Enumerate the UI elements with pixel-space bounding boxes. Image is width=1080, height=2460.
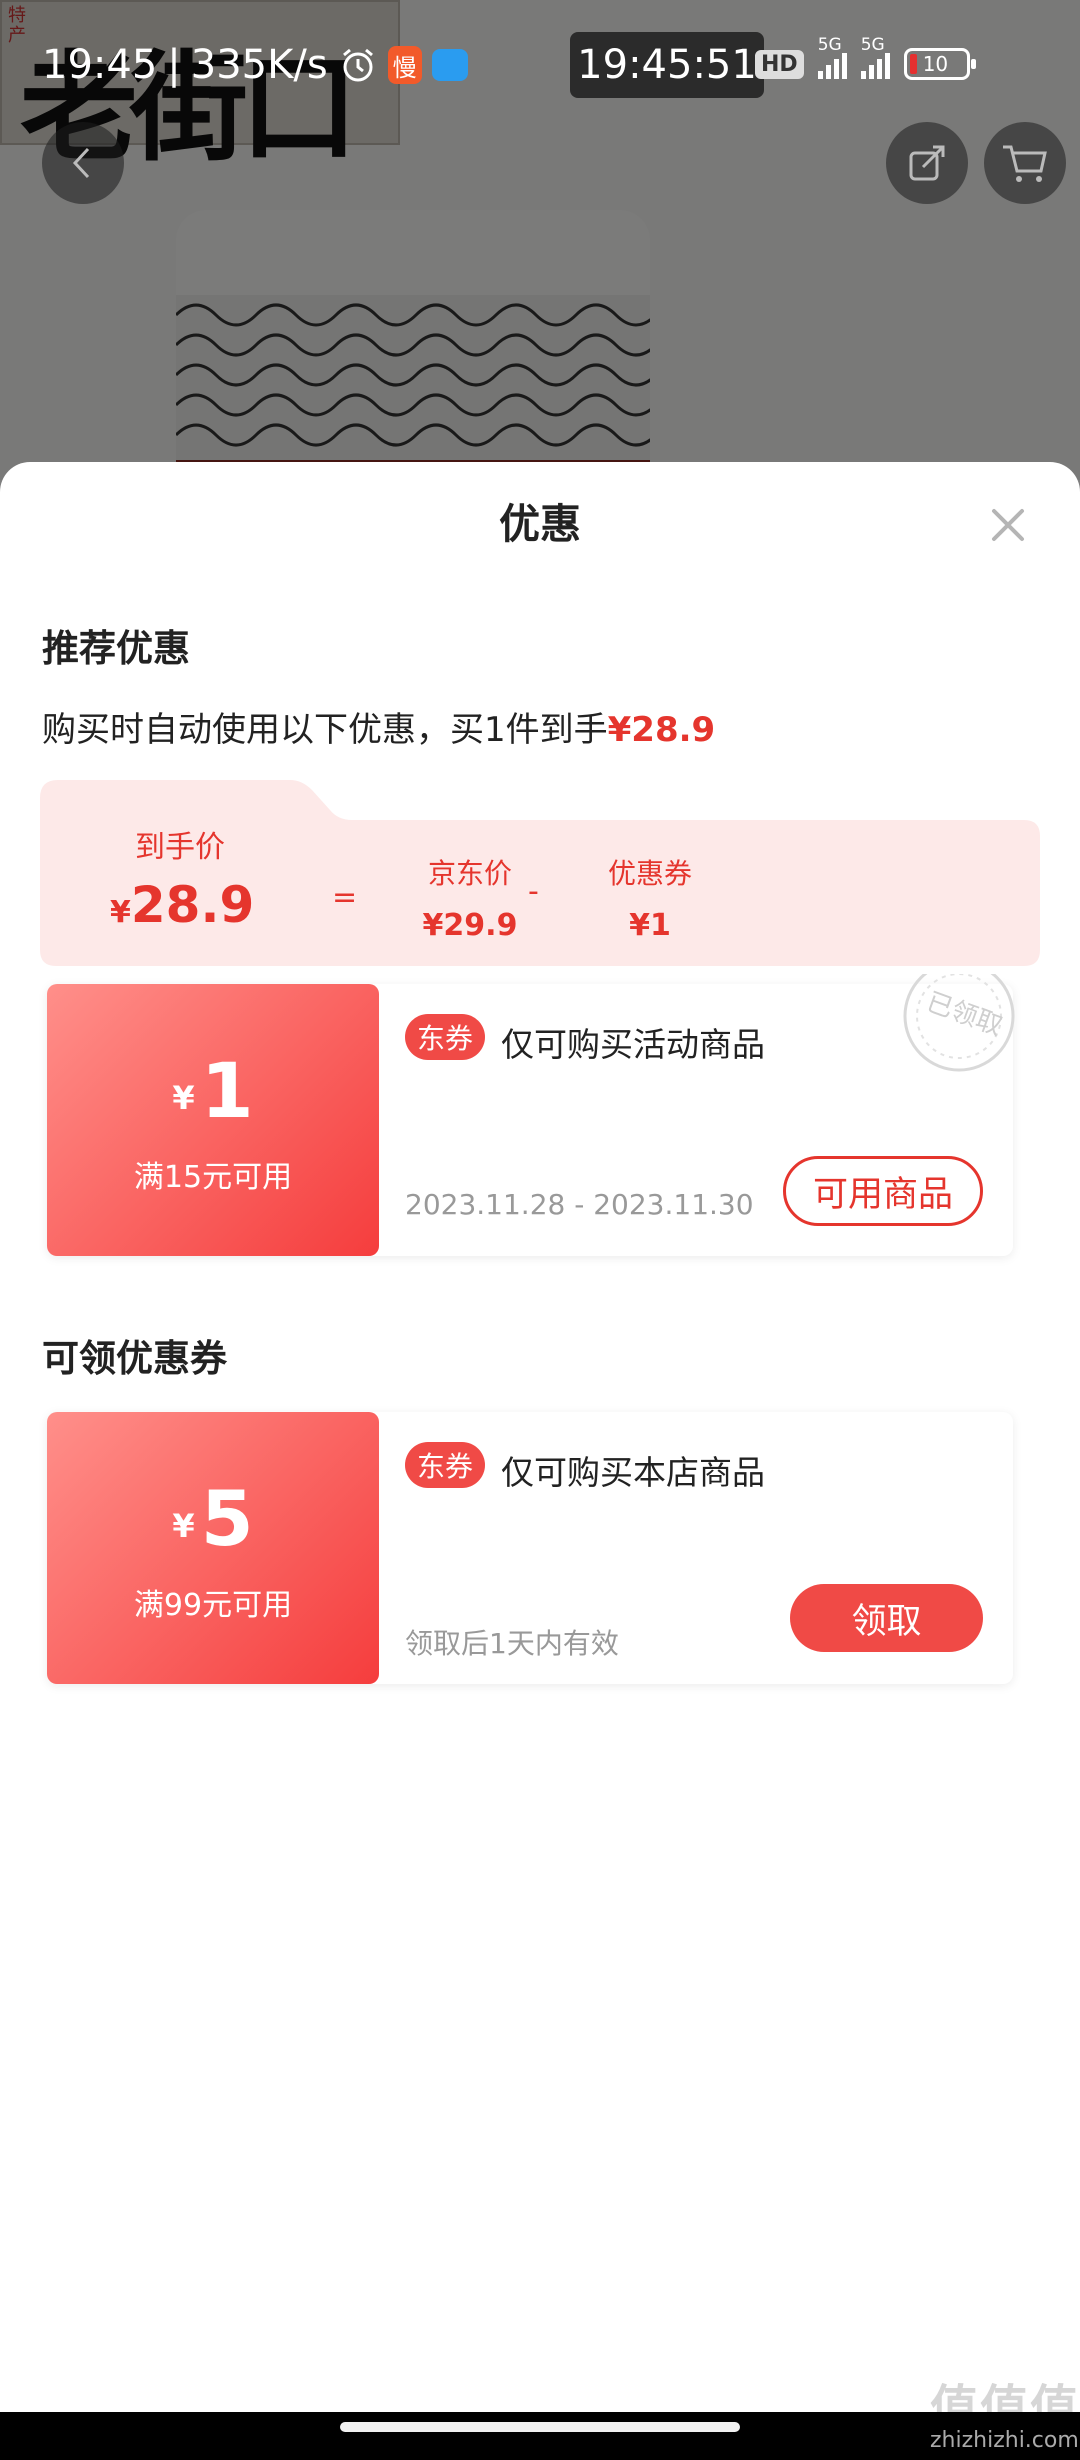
coupon-amount: ¥1 <box>172 1046 254 1135</box>
coupon-type-badge: 东券 <box>405 1014 486 1060</box>
coupon-discount-label: 优惠券 <box>607 857 692 890</box>
coupon-title: 仅可购买本店商品 <box>501 1453 765 1492</box>
coupon-type-badge: 东券 <box>405 1442 486 1488</box>
final-price-value: ¥28.9 <box>110 876 255 934</box>
price-breakdown: 到手价 ¥28.9 = 京东价 ¥29.9 - 优惠券 ¥1 <box>40 780 1040 966</box>
coupon-condition: 满99元可用 <box>133 1588 293 1623</box>
recommend-description: 购买时自动使用以下优惠，买1件到手¥28.9 <box>42 702 715 751</box>
status-time: 19:45 <box>42 42 158 88</box>
network-speed: 335K/s <box>190 42 328 88</box>
claimable-coupon-card: ¥5 满99元可用 东券 仅可购买本店商品 领取后1天内有效 领取 <box>47 1412 1013 1684</box>
desc-text: 购买时自动使用以下优惠，买1件到手 <box>42 710 608 750</box>
minus-sign: - <box>528 874 539 909</box>
coupon-discount-value: ¥1 <box>629 908 671 943</box>
status-bar: 19:45 | 335K/s 慢 19:45:51 HD 5G 5G 10 <box>0 0 1080 135</box>
svg-text:已领取: 已领取 <box>922 987 1006 1042</box>
chevron-left-icon <box>72 147 90 179</box>
coupon-value-panel: ¥1 满15元可用 <box>47 984 379 1256</box>
coupon-title: 仅可购买活动商品 <box>501 1025 765 1064</box>
desc-price: ¥28.9 <box>607 710 716 750</box>
coupon-discount-block: 优惠券 ¥1 <box>580 852 720 943</box>
final-price-label: 到手价 <box>135 830 225 865</box>
claimable-title: 可领优惠券 <box>42 1337 227 1380</box>
eligible-products-button[interactable]: 可用商品 <box>783 1156 983 1226</box>
alarm-icon <box>342 48 373 82</box>
status-left: 19:45 | 335K/s 慢 <box>42 42 468 88</box>
share-icon <box>909 145 945 181</box>
close-icon[interactable] <box>985 502 1031 548</box>
cart-icon <box>1003 145 1047 182</box>
claim-coupon-button[interactable]: 领取 <box>790 1584 983 1652</box>
floating-clock: 19:45:51 <box>570 32 764 98</box>
final-price-block: 到手价 ¥28.9 <box>110 822 255 934</box>
status-divider: | <box>167 42 181 88</box>
discount-sheet: 优惠 推荐优惠 购买时自动使用以下优惠，买1件到手¥28.9 到手价 ¥28.9… <box>0 462 1080 2460</box>
home-gesture-handle[interactable] <box>340 2422 740 2432</box>
watermark-url: zhizhizhi.com <box>930 2428 1079 2453</box>
sheet-title: 优惠 <box>499 500 581 548</box>
app-notification-icon: 慢 <box>387 46 422 84</box>
coupon-amount: ¥5 <box>172 1474 254 1563</box>
jd-price-label: 京东价 <box>427 857 512 890</box>
equals-sign: = <box>332 880 358 915</box>
coupon-valid-dates: 2023.11.28 - 2023.11.30 <box>405 1188 754 1221</box>
cloud-app-icon <box>431 49 468 81</box>
coupon-value-panel: ¥5 满99元可用 <box>47 1412 379 1684</box>
coupon-condition: 满15元可用 <box>133 1160 293 1195</box>
claimed-stamp-icon: 已领取 <box>903 974 1015 1072</box>
coupon-validity: 领取后1天内有效 <box>405 1627 619 1660</box>
jd-price-block: 京东价 ¥29.9 <box>400 852 540 943</box>
navigation-bar <box>0 2412 1080 2460</box>
jd-price-value: ¥29.9 <box>422 908 518 943</box>
applied-coupon-card: ¥1 满15元可用 东券 仅可购买活动商品 2023.11.28 - 2023.… <box>47 974 1015 1256</box>
recommend-title: 推荐优惠 <box>42 627 190 670</box>
battery-icon: 10 <box>903 48 976 80</box>
status-right: HD 5G 5G 10 <box>755 35 976 80</box>
hd-voice-icon: HD <box>755 49 804 79</box>
signal-icon-2: 5G <box>860 35 890 79</box>
signal-icon: 5G <box>817 35 847 79</box>
battery-level: 10 <box>922 52 949 76</box>
